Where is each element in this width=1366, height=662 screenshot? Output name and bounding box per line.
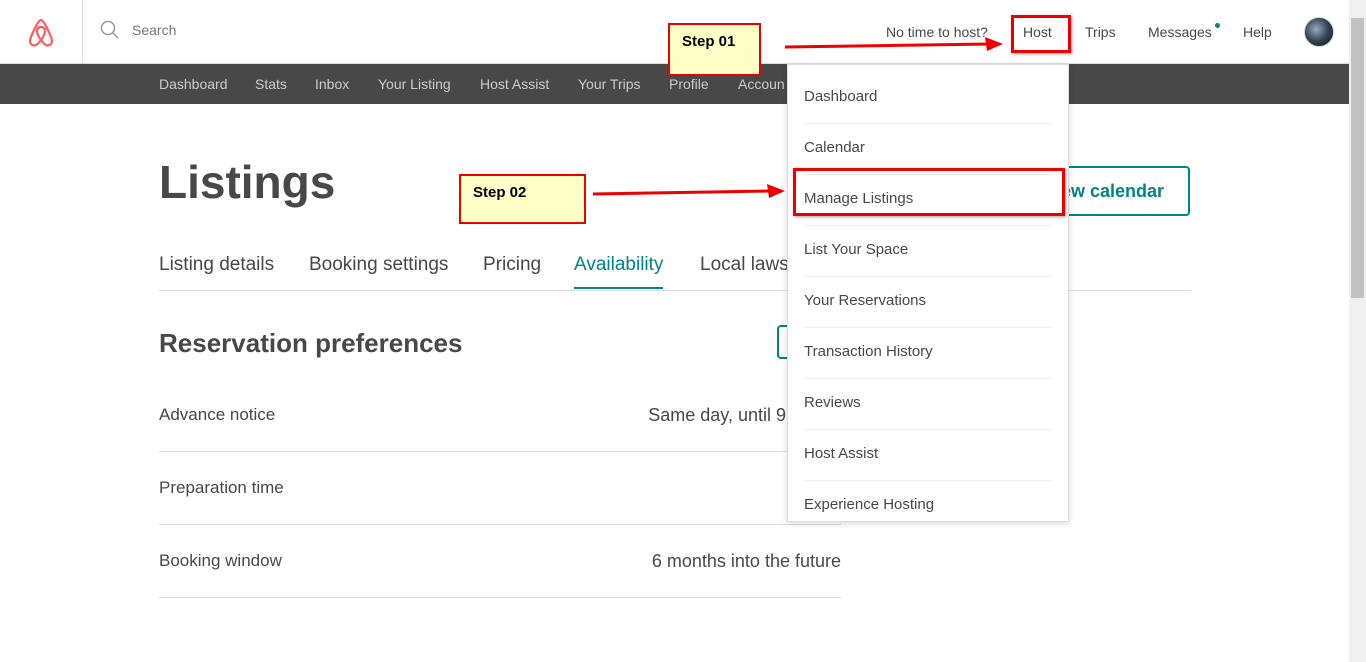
step-01-note: Step 01 [668,23,761,76]
menu-item-experience-hosting[interactable]: Experience Hosting [804,481,1052,532]
section-title: Reservation preferences [159,328,463,358]
row-value: 6 months into the future [651,551,841,571]
page-title: Listings [159,156,336,208]
subnav-profile[interactable]: Profile [669,76,709,92]
scrollbar-thumb[interactable] [1351,18,1364,298]
menu-item-dashboard[interactable]: Dashboard [804,73,1052,124]
search-icon [100,20,119,39]
manage-listings-highlight-box [793,168,1065,216]
menu-item-reviews[interactable]: Reviews [804,379,1052,430]
menu-item-transaction-history[interactable]: Transaction History [804,328,1052,379]
tab-booking-settings[interactable]: Booking settings [309,254,448,276]
row-advance-notice: Advance notice Same day, until 9:0 [159,379,841,452]
row-label: Booking window [159,551,282,570]
step-02-note: Step 02 [459,174,586,224]
row-label: Advance notice [159,405,276,424]
subnav-your-listing[interactable]: Your Listing [378,76,451,92]
tab-pricing[interactable]: Pricing [483,254,541,276]
no-time-to-host-link[interactable]: No time to host? [886,24,988,40]
subnav-stats[interactable]: Stats [255,76,287,92]
messages-link[interactable]: Messages [1148,24,1212,40]
host-highlight-box [1011,15,1071,53]
tab-local-laws[interactable]: Local laws [700,254,789,276]
tab-availability[interactable]: Availability [574,254,664,289]
menu-item-your-reservations[interactable]: Your Reservations [804,277,1052,328]
subnav-dashboard[interactable]: Dashboard [159,76,228,92]
subnav-host-assist[interactable]: Host Assist [480,76,549,92]
menu-item-list-your-space[interactable]: List Your Space [804,226,1052,277]
row-value: Same day, until 9:0 [648,405,801,425]
airbnb-logo-icon [28,18,54,47]
subnav-your-trips[interactable]: Your Trips [578,76,641,92]
arrow-step-02-icon [592,184,785,198]
search-bar[interactable]: Search [100,20,176,40]
row-booking-window: Booking window 6 months into the future [159,525,841,598]
avatar[interactable] [1304,17,1334,47]
help-link[interactable]: Help [1243,24,1272,40]
menu-item-host-assist[interactable]: Host Assist [804,430,1052,481]
trips-link[interactable]: Trips [1085,24,1116,40]
scrollbar[interactable] [1349,0,1366,662]
tab-listing-details[interactable]: Listing details [159,254,274,276]
subnav-inbox[interactable]: Inbox [315,76,349,92]
search-input[interactable]: Search [132,22,176,38]
host-dropdown-menu: Dashboard Calendar Manage Listings List … [787,64,1069,522]
row-preparation-time: Preparation time [159,452,841,525]
airbnb-logo[interactable] [0,0,83,64]
subnav-account[interactable]: Accoun [738,76,785,92]
row-label: Preparation time [159,478,284,497]
unread-dot [1215,23,1220,28]
